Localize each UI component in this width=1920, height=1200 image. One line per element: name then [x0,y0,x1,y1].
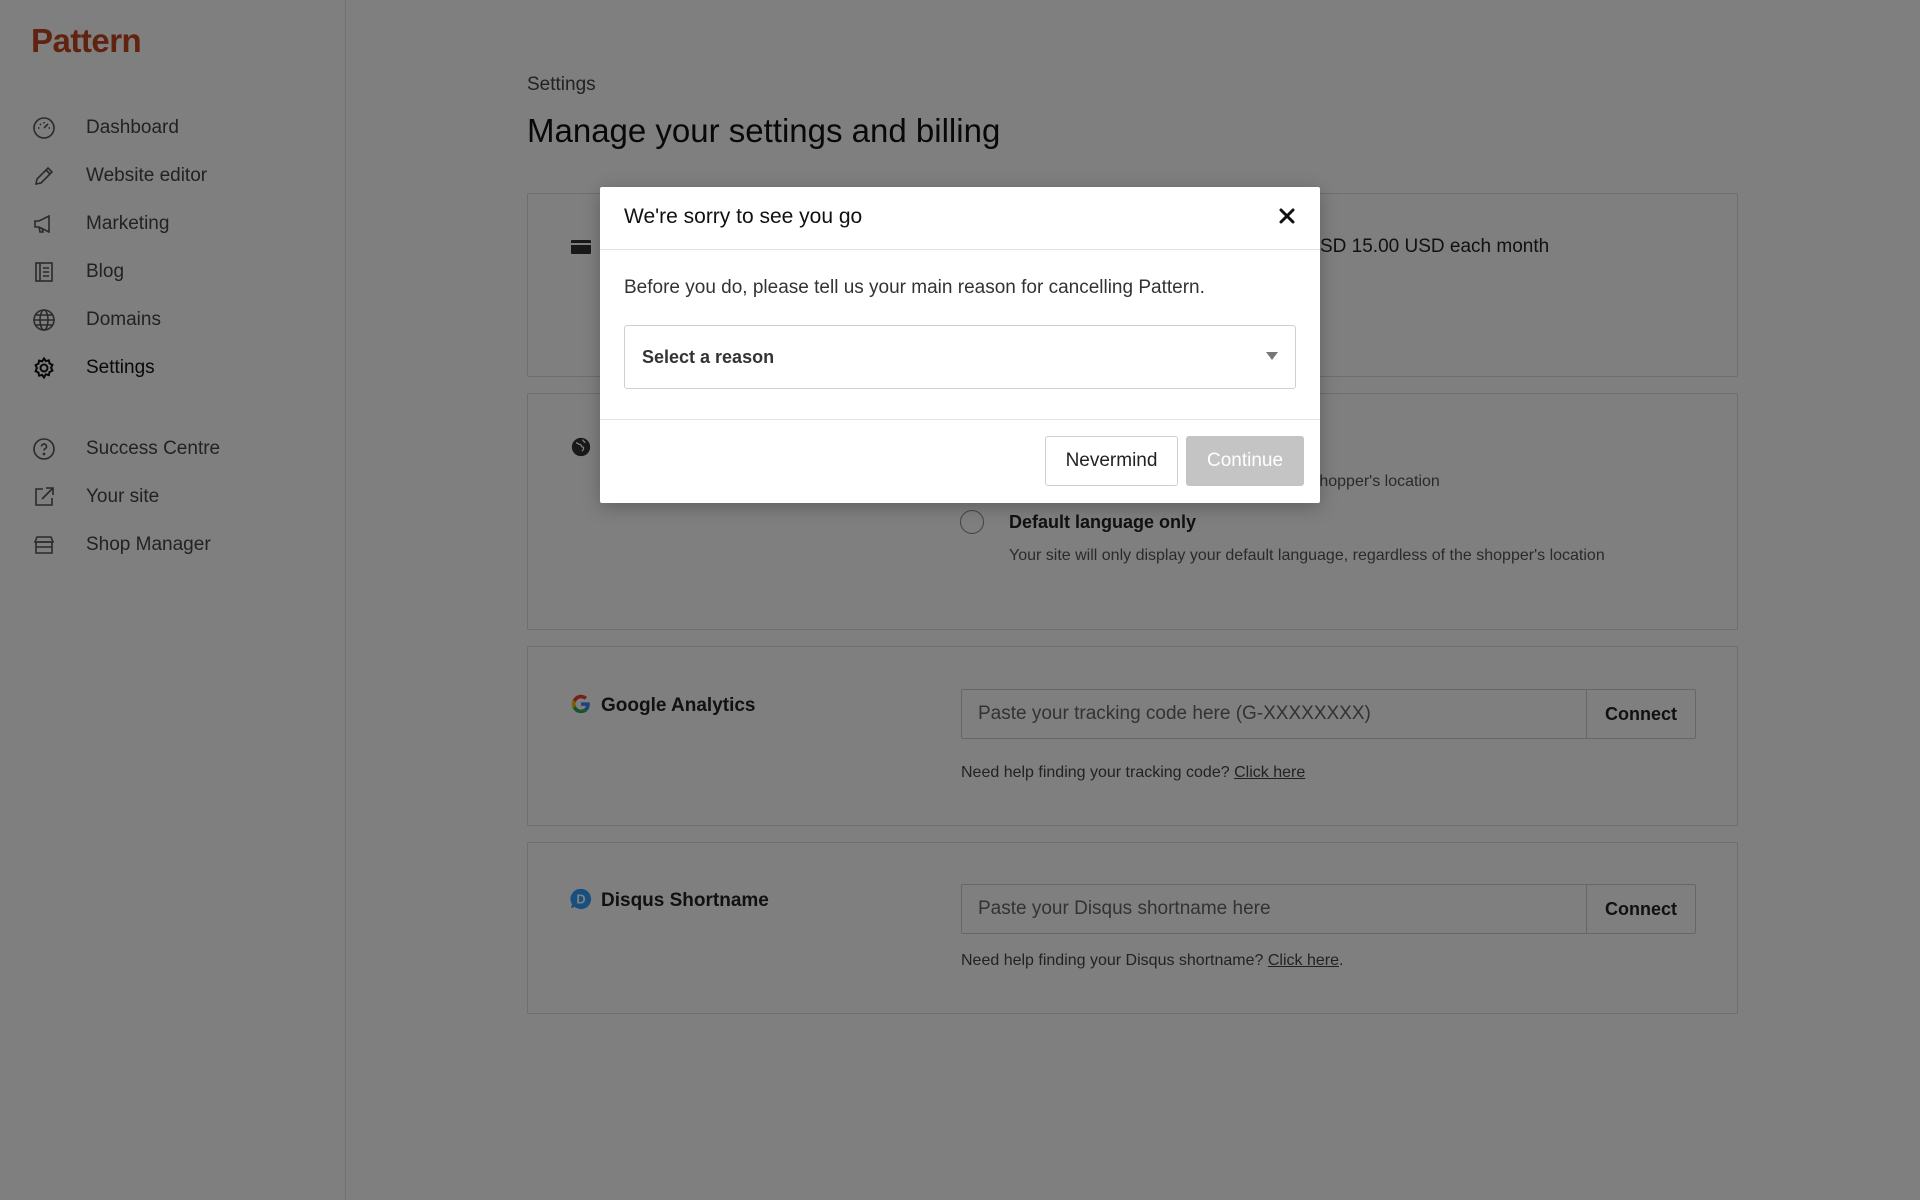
continue-button[interactable]: Continue [1186,436,1304,486]
modal-footer: Nevermind Continue [600,420,1320,502]
modal-description: Before you do, please tell us your main … [624,277,1205,298]
modal-backdrop[interactable] [0,0,1920,1200]
cancel-reason-select[interactable]: Select a reason [624,325,1296,389]
close-icon [1279,208,1295,229]
cancel-reason-select-value: Select a reason [642,346,775,367]
cancel-subscription-modal: We're sorry to see you go Before you do,… [600,187,1320,503]
chevron-down-icon [1266,352,1278,360]
modal-body: Before you do, please tell us your main … [600,250,1320,420]
modal-title: We're sorry to see you go [624,205,863,228]
nevermind-button[interactable]: Nevermind [1045,436,1178,486]
modal-close-button[interactable] [1272,203,1302,233]
modal-header: We're sorry to see you go [600,187,1320,250]
